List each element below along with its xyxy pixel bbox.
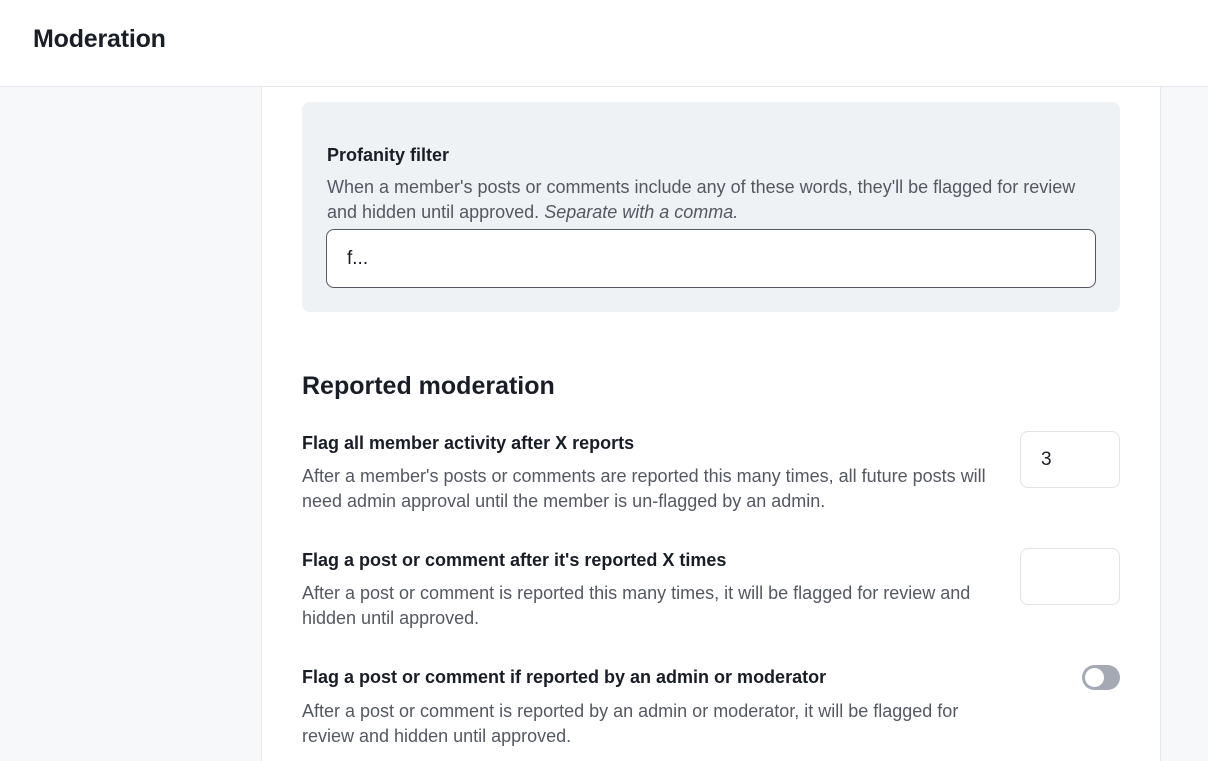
member-reports-threshold-input[interactable]: 3 xyxy=(1020,431,1120,488)
setting-flag-member-activity-description: After a member's posts or comments are r… xyxy=(302,466,986,511)
setting-flag-admin-report-title: Flag a post or comment if reported by an… xyxy=(302,667,827,687)
main-content: Profanity filter When a member's posts o… xyxy=(261,87,1161,761)
profanity-filter-card: Profanity filter When a member's posts o… xyxy=(302,102,1120,312)
profanity-filter-hint: Separate with a comma. xyxy=(544,202,739,222)
reported-moderation-heading: Reported moderation xyxy=(302,372,555,400)
admin-report-toggle[interactable] xyxy=(1082,665,1120,690)
page-title: Moderation xyxy=(33,25,166,53)
top-bar: Moderation xyxy=(0,0,1208,87)
profanity-filter-description: When a member's posts or comments includ… xyxy=(327,175,1097,225)
setting-flag-member-activity-title: Flag all member activity after X reports xyxy=(302,433,635,453)
post-reports-threshold-input[interactable] xyxy=(1020,548,1120,605)
profanity-filter-input[interactable]: f... xyxy=(326,229,1096,288)
setting-flag-post-reports-description: After a post or comment is reported this… xyxy=(302,583,971,628)
profanity-filter-title: Profanity filter xyxy=(327,145,450,165)
setting-flag-admin-report-description: After a post or comment is reported by a… xyxy=(302,701,959,746)
setting-flag-post-reports-title: Flag a post or comment after it's report… xyxy=(302,550,727,570)
toggle-knob xyxy=(1085,668,1104,687)
